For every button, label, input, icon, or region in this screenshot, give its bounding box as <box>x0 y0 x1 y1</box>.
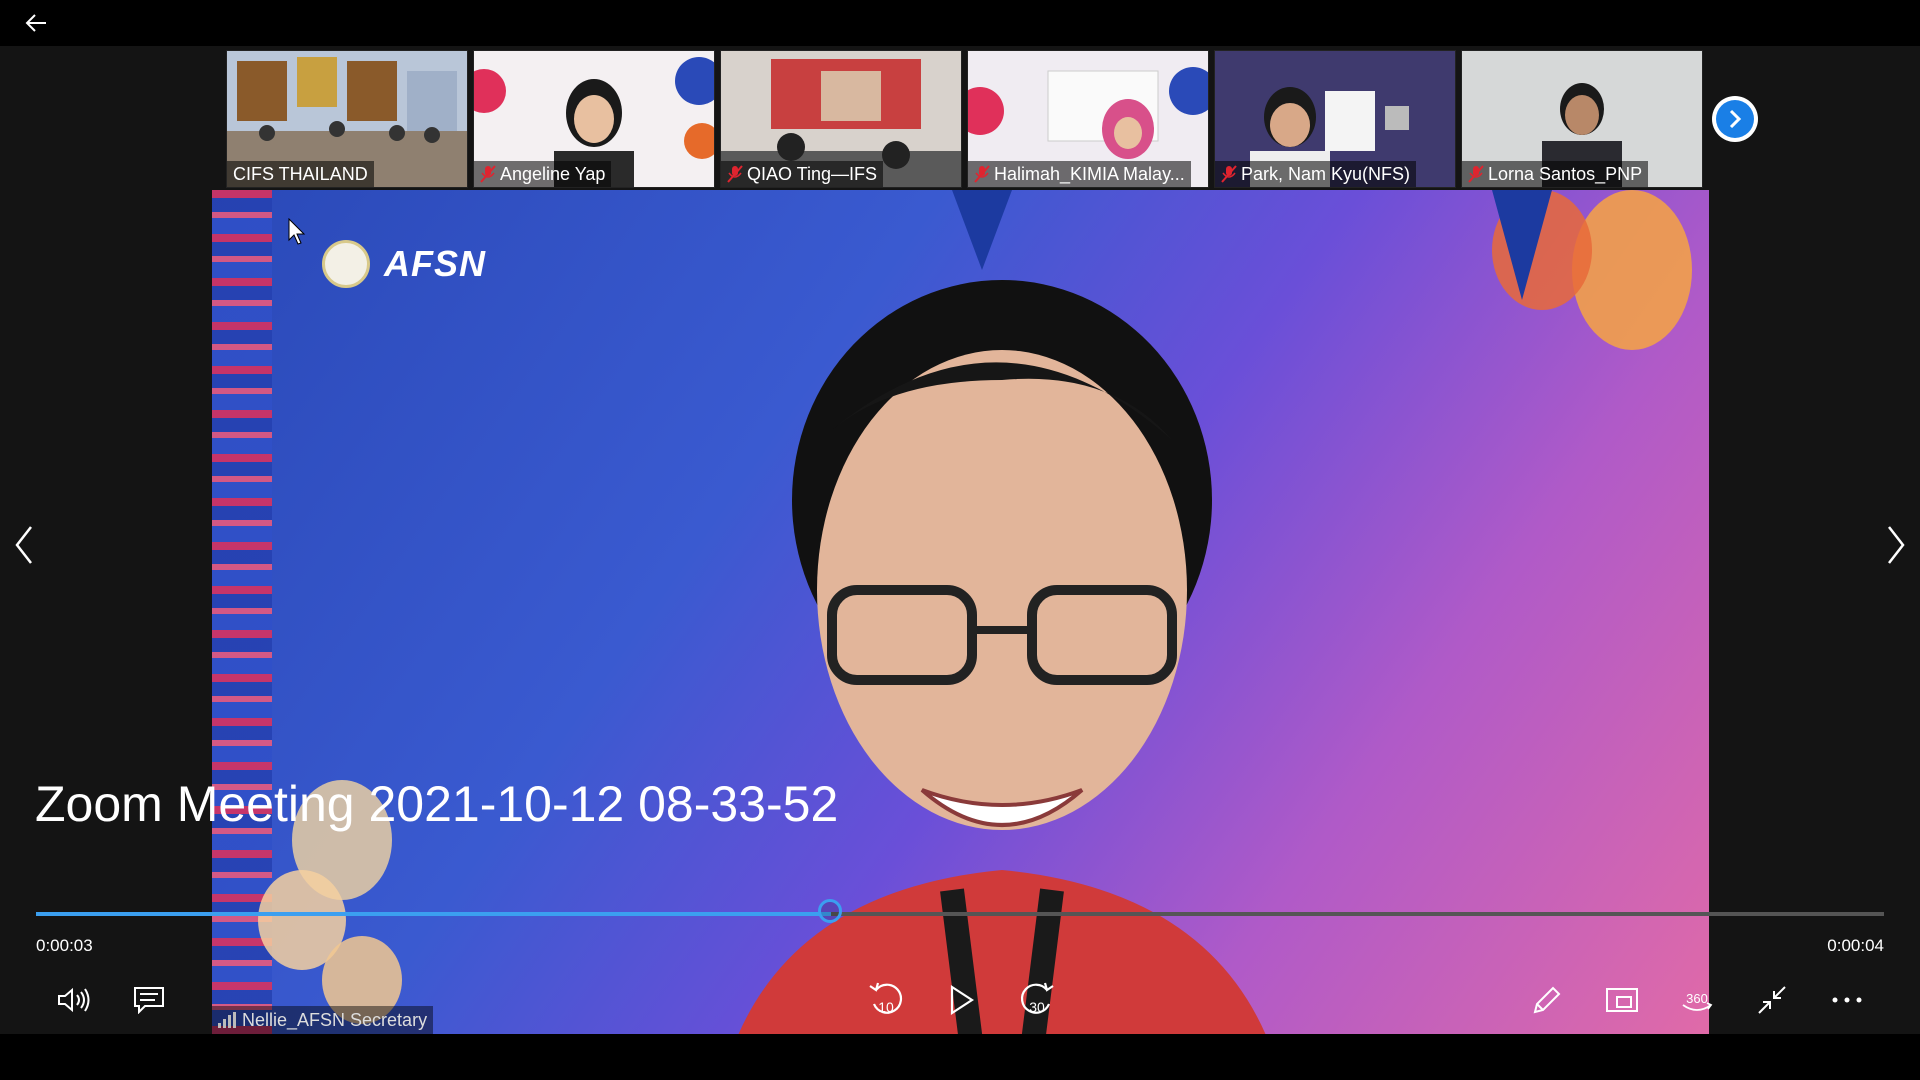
total-time: 0:00:04 <box>1827 936 1884 955</box>
afsn-logo: AFSN <box>322 240 486 288</box>
more-icon <box>1832 997 1862 1003</box>
participant-label: Halimah_KIMIA Malay... <box>968 161 1191 187</box>
title-bar <box>0 0 1920 46</box>
mini-view-button[interactable] <box>1600 978 1644 1022</box>
pencil-icon <box>1533 986 1561 1014</box>
seek-handle[interactable] <box>817 899 842 923</box>
360-icon: 360 <box>1682 991 1713 1011</box>
play-icon <box>950 985 975 1015</box>
participant-name: Halimah_KIMIA Malay... <box>994 163 1185 184</box>
mic-muted-icon <box>480 165 496 183</box>
seek-bar[interactable] <box>36 899 1884 923</box>
captions-button[interactable] <box>127 978 171 1022</box>
participant-name: CIFS THAILAND <box>233 163 368 184</box>
mouse-cursor-icon <box>288 218 306 245</box>
skip-forward-label: 30 <box>1029 999 1045 1015</box>
next-file-button[interactable] <box>1876 520 1916 570</box>
exit-fullscreen-button[interactable] <box>1750 978 1794 1022</box>
skip-back-icon: 10 <box>869 982 903 1015</box>
speaker-name-tag: Nellie_AFSN Secretary <box>212 1006 434 1034</box>
chevron-right-icon <box>1729 109 1742 129</box>
participant-tile: Park, Nam Kyu(NFS) <box>1214 50 1456 188</box>
participant-label: CIFS THAILAND <box>227 161 374 187</box>
skip-forward-icon: 30 <box>1020 982 1054 1015</box>
main-video[interactable]: AFSN Nellie_AFSN Secretary <box>212 190 1709 1034</box>
picture-in-picture-icon <box>1606 988 1638 1012</box>
mic-muted-icon <box>1468 165 1484 183</box>
participant-tile: Angeline Yap <box>473 50 715 188</box>
chevron-right-icon <box>1888 526 1905 564</box>
participant-strip: CIFS THAILAND Angeline Yap QIAO Ting—IFS <box>226 50 1703 188</box>
play-button[interactable] <box>940 978 984 1022</box>
skip-forward-button[interactable]: 30 <box>1015 978 1059 1022</box>
signal-strength-icon <box>218 1012 236 1028</box>
mic-muted-icon <box>974 165 990 183</box>
skip-back-button[interactable]: 10 <box>864 978 908 1022</box>
mic-muted-icon <box>1221 165 1237 183</box>
participant-tile: CIFS THAILAND <box>226 50 468 188</box>
chevron-left-icon <box>15 526 32 564</box>
speaker-video <box>738 280 1266 1034</box>
view-360-button[interactable]: 360 <box>1675 978 1719 1022</box>
back-button[interactable] <box>20 8 52 38</box>
participant-label: Lorna Santos_PNP <box>1462 161 1649 187</box>
current-time: 0:00:03 <box>36 936 93 955</box>
participant-name: Lorna Santos_PNP <box>1488 163 1643 184</box>
collapse-icon <box>1758 986 1786 1014</box>
subtitles-icon <box>134 987 164 1014</box>
participant-label: Park, Nam Kyu(NFS) <box>1215 161 1417 187</box>
participant-tile: QIAO Ting—IFS <box>720 50 962 188</box>
previous-file-button[interactable] <box>4 520 44 570</box>
participant-name: Angeline Yap <box>500 163 606 184</box>
participant-name: QIAO Ting—IFS <box>747 163 878 184</box>
speaker-icon <box>58 987 90 1013</box>
more-options-button[interactable] <box>1825 978 1869 1022</box>
skip-back-label: 10 <box>878 999 894 1015</box>
next-participants-button[interactable] <box>1712 96 1758 142</box>
view-360-label: 360 <box>1686 991 1708 1006</box>
bottom-bar <box>0 1034 1920 1080</box>
logo-text: AFSN <box>384 243 486 284</box>
participant-label: Angeline Yap <box>474 161 612 187</box>
seek-progress <box>36 912 831 916</box>
logo-seal-icon <box>322 240 370 288</box>
video-title: Zoom Meeting 2021-10-12 08-33-52 <box>35 776 839 832</box>
arrow-left-icon <box>25 14 46 32</box>
participant-label: QIAO Ting—IFS <box>721 161 884 187</box>
speaker-name: Nellie_AFSN Secretary <box>242 1009 428 1030</box>
volume-button[interactable] <box>52 978 96 1022</box>
mic-muted-icon <box>727 165 743 183</box>
participant-tile: Lorna Santos_PNP <box>1461 50 1703 188</box>
participant-name: Park, Nam Kyu(NFS) <box>1241 163 1411 184</box>
participant-tile: Halimah_KIMIA Malay... <box>967 50 1209 188</box>
edit-button[interactable] <box>1525 978 1569 1022</box>
